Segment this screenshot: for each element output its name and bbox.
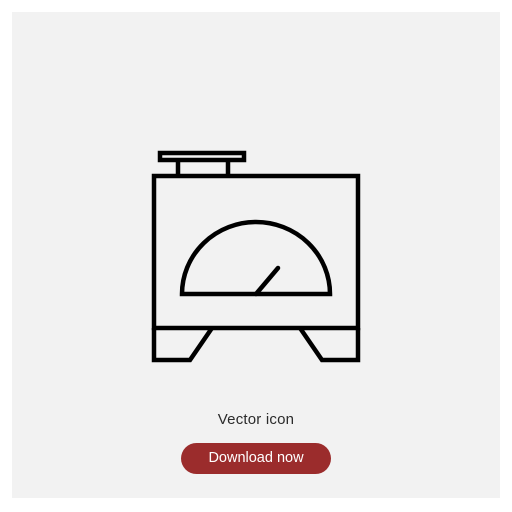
download-now-button[interactable]: Download now [181, 443, 331, 474]
caption-text: Vector icon [217, 411, 295, 428]
meter-gauge-icon [138, 140, 374, 372]
